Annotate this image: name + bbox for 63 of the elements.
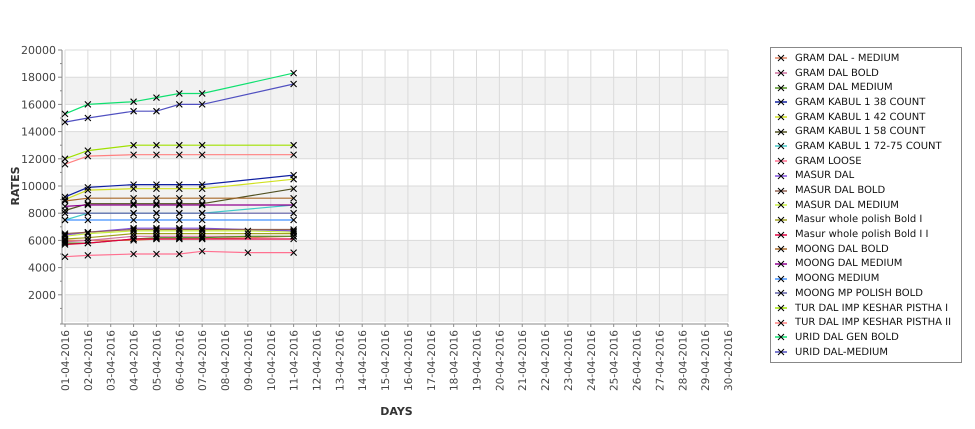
tick-label: 08-04-2016 (220, 330, 232, 392)
legend-label: MOONG MEDIUM (795, 272, 880, 286)
legend-label: URID DAL GEN BOLD (795, 330, 899, 344)
tick-label: 27-04-2016 (654, 330, 666, 392)
tick-label: 21-04-2016 (517, 330, 530, 392)
tick-label: 10000 (21, 180, 56, 193)
tick-label: 6000 (28, 234, 56, 248)
tick-label: 04-04-2016 (128, 330, 141, 392)
tick-label: 02-04-2016 (82, 330, 95, 392)
tick-label: 15-04-2016 (380, 330, 392, 392)
tick-label: 16-04-2016 (402, 330, 415, 392)
legend-label: URID DAL-MEDIUM (795, 346, 888, 359)
legend-label: TUR DAL IMP KESHAR PISTHA I (795, 302, 948, 315)
tick-label: 24-04-2016 (586, 330, 598, 392)
legend-label: MOONG DAL MEDIUM (795, 257, 902, 270)
tick-label: 01-04-2016 (60, 330, 72, 392)
tick-label: 23-04-2016 (562, 330, 575, 392)
tick-label: 14-04-2016 (357, 330, 370, 392)
axis-title: RATES (9, 166, 22, 206)
legend-label: GRAM KABUL 1 72-75 COUNT (795, 140, 942, 153)
legend-label: MASUR DAL MEDIUM (795, 198, 899, 212)
tick-label: 29-04-2016 (700, 330, 712, 392)
tick-label: 05-04-2016 (151, 330, 164, 392)
tick-label: 18000 (21, 71, 56, 84)
legend-label: GRAM DAL - MEDIUM (795, 52, 900, 65)
tick-label: 14000 (21, 126, 56, 139)
tick-label: 06-04-2016 (174, 330, 186, 392)
tick-label: 19-04-2016 (472, 330, 484, 392)
legend-label: GRAM DAL MEDIUM (795, 81, 893, 94)
axis-title: DAYS (380, 405, 413, 418)
tick-label: 16000 (21, 98, 56, 112)
tick-label: 22-04-2016 (540, 330, 552, 392)
tick-label: 07-04-2016 (197, 330, 210, 392)
legend-label: MASUR DAL BOLD (795, 184, 886, 198)
tick-label: 2000 (28, 288, 56, 302)
tick-label: 4000 (28, 262, 56, 275)
tick-label: 12000 (21, 152, 56, 166)
tick-label: 20-04-2016 (494, 330, 506, 392)
legend-label: MASUR DAL (795, 169, 854, 182)
tick-label: 18-04-2016 (448, 330, 461, 392)
tick-label: 26-04-2016 (632, 330, 644, 392)
tick-label: 10-04-2016 (266, 330, 278, 392)
tick-label: 09-04-2016 (242, 330, 255, 392)
tick-label: 20000 (21, 44, 56, 57)
legend-label: TUR DAL IMP KESHAR PISTHA II (795, 316, 952, 330)
tick-label: 25-04-2016 (608, 330, 621, 392)
tick-label: 17-04-2016 (426, 330, 438, 392)
tick-label: 13-04-2016 (334, 330, 346, 392)
tick-label: 03-04-2016 (106, 330, 118, 392)
tick-label: 11-04-2016 (288, 330, 301, 392)
legend-label: MOONG DAL BOLD (795, 242, 889, 256)
legend-label: MOONG MP POLISH BOLD (795, 286, 923, 300)
legend-label: GRAM KABUL 1 58 COUNT (795, 125, 926, 138)
tick-label: 8000 (28, 207, 56, 220)
legend-label: GRAM KABUL 1 38 COUNT (795, 96, 926, 109)
tick-label: 28-04-2016 (677, 330, 690, 392)
legend-label: GRAM KABUL 1 42 COUNT (795, 110, 926, 124)
legend-label: Masur whole polish Bold I (795, 213, 922, 226)
legend-label: GRAM LOOSE (795, 154, 862, 168)
tick-label: 12-04-2016 (311, 330, 324, 392)
legend-label: GRAM DAL BOLD (795, 66, 879, 80)
tick-label: 30-04-2016 (723, 330, 735, 392)
legend-label: Masur whole polish Bold I I (795, 228, 928, 242)
